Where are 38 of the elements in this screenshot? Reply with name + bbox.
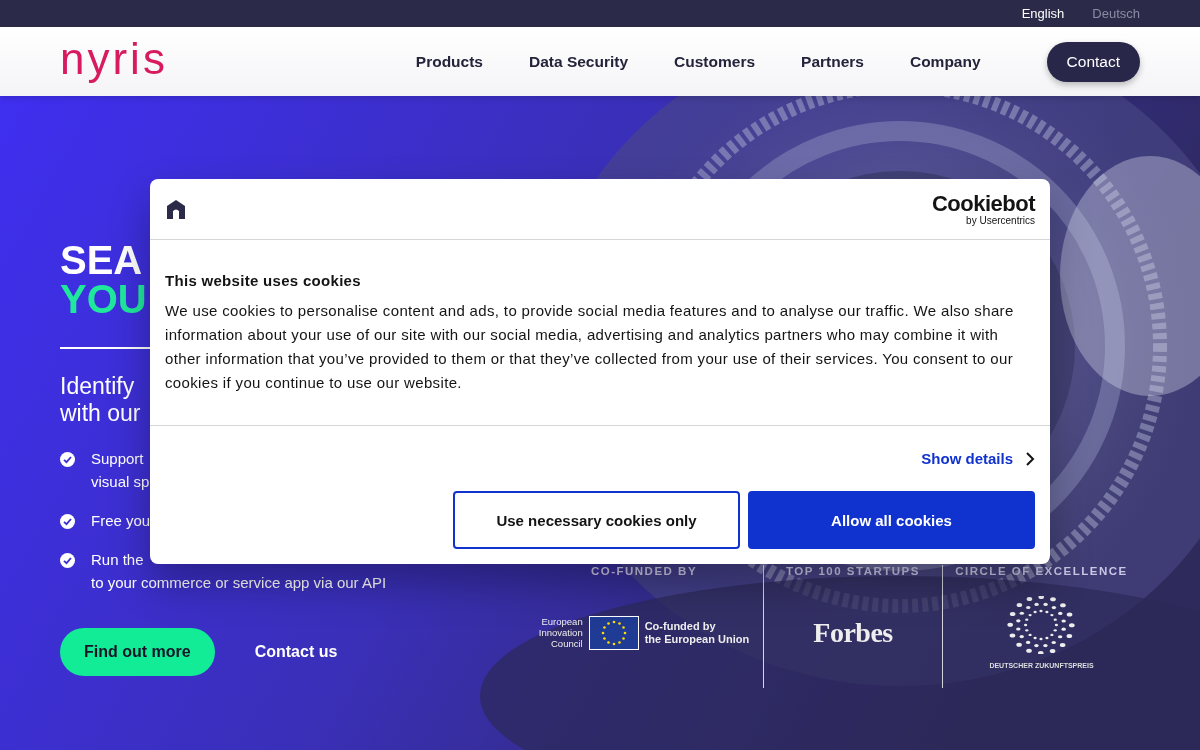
find-out-more-button[interactable]: Find out more [60,628,215,676]
bullet-text: Free you [91,511,151,531]
nav-item[interactable]: Data Security [529,52,629,71]
nav-item[interactable]: Customers [674,52,756,71]
nav-item[interactable]: Partners [801,52,864,71]
check-icon [60,553,75,568]
nav-item[interactable]: Products [415,52,483,71]
dotted-ring-icon [1005,596,1078,654]
language-link[interactable]: English [1021,6,1065,21]
check-icon [60,452,75,467]
eu-flag-icon [588,615,639,650]
show-details-link[interactable]: Show details [921,450,1035,467]
language-link[interactable]: Deutsch [1092,6,1140,21]
bullet-text: Run the to your commerce or service app via our API [91,550,387,593]
hero-subtitle: with our [60,400,141,427]
nyris-logo[interactable]: nyris [60,36,168,81]
council-name: European Innovation Council [538,616,583,649]
check-icon [60,514,75,529]
consent-button[interactable]: Use necessary cookies only [453,491,740,549]
award-label: TOP 100 STARTUPS [786,565,920,577]
consent-button[interactable]: Allow all cookies [748,491,1035,549]
nav-item[interactable]: Company [909,52,981,71]
cofunded-text: Co-funded by the European Union [644,619,750,646]
award-label: CIRCLE OF EXCELLENCE [955,565,1128,577]
chevron-right-icon [1025,451,1035,466]
hero-heading: SEA [60,241,143,280]
brand-name: Cookiebot [931,192,1035,215]
forbes-logo: Forbes [813,616,893,649]
dialog-text: We use cookies to personalise content and ads, to provide social media features and to analyse our traffic. We also share information about your use of our site with our social media, advertising and analytics partners who may combine it with other information that you’ve provided to them or that they’ve collected from your use of their services. You consent to our cookies if you continue to use our website. [165,301,1015,393]
house-icon [165,198,187,220]
hero-heading: YOU [60,280,147,319]
contact-link[interactable]: Contact us [254,643,338,661]
contact-button[interactable]: Contact [1046,41,1140,82]
brand-tagline: by Usercentrics [966,214,1035,226]
award-label: CO-FUNDED BY [590,565,698,577]
dialog-title: This website uses cookies [165,272,362,289]
bullet-text: Support visual sp [91,449,150,492]
hero-subtitle: Identify [60,373,135,400]
